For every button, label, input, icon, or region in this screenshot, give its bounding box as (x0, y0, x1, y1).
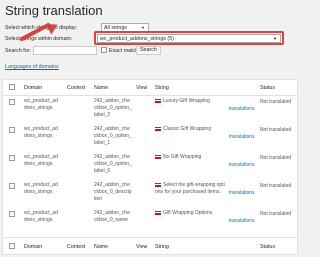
footer-column-view: View (136, 244, 148, 250)
flag-uk-icon (155, 126, 161, 131)
flag-uk-icon (155, 98, 161, 103)
flag-uk-icon (155, 154, 161, 159)
arrow-head-annotation (45, 19, 61, 35)
row-name: 242_addon_checkbox_0_description (94, 182, 132, 202)
row-translations-link[interactable]: translations (229, 218, 255, 224)
domain-filter-select[interactable]: wc_product_addons_strings (5) ▼ (97, 34, 281, 43)
column-header-domain: Domain (24, 85, 43, 91)
column-header-status: Status (260, 85, 276, 91)
row-domain: wc_product_addons_strings (24, 154, 58, 167)
row-translations-link[interactable]: translations (229, 134, 255, 140)
exact-match-label: Exact match (109, 48, 139, 54)
footer-column-domain: Domain (24, 244, 43, 250)
select-all-checkbox[interactable] (9, 84, 15, 90)
search-input[interactable] (33, 46, 97, 55)
strings-table: Domain Context Name View String Status w… (2, 79, 298, 255)
row-translations-link[interactable]: translations (229, 106, 255, 112)
row-translations-link[interactable]: translations (229, 162, 255, 168)
column-header-context: Context (67, 85, 86, 91)
row-checkbox[interactable] (9, 183, 15, 189)
languages-of-domains-link[interactable]: Languages of domains (5, 64, 59, 70)
footer-column-name: Name (94, 244, 109, 250)
row-status: Not translated (260, 155, 292, 161)
row-status: Not translated (260, 183, 292, 189)
row-string: No Gift Wrapping (155, 154, 225, 161)
row-name: 242_addon_checkbox_0_option_label_2 (94, 98, 132, 118)
row-status: Not translated (260, 127, 292, 133)
page-title: String translation (5, 3, 103, 18)
column-header-name: Name (94, 85, 109, 91)
exact-match-checkbox[interactable] (101, 47, 107, 53)
row-translations-link[interactable]: translations (229, 190, 255, 196)
row-checkbox[interactable] (9, 127, 15, 133)
domain-filter-value: wc_product_addons_strings (5) (100, 36, 174, 42)
row-domain: wc_product_addons_strings (24, 126, 58, 139)
select-all-checkbox-footer[interactable] (9, 243, 15, 249)
row-status: Not translated (260, 99, 292, 105)
flag-uk-icon (155, 210, 161, 215)
footer-column-context: Context (67, 244, 86, 250)
table-row: wc_product_addons_strings 242_addon_chec… (3, 152, 297, 180)
table-row: wc_product_addons_strings 242_addon_chec… (3, 96, 297, 124)
row-checkbox[interactable] (9, 211, 15, 217)
table-row: wc_product_addons_strings 242_addon_chec… (3, 208, 297, 236)
table-header: Domain Context Name View String Status (3, 80, 297, 96)
footer-column-string: String (155, 244, 169, 250)
domain-filter-label: Select strings within domain: (5, 36, 73, 42)
row-string: Gift Wrapping Options (155, 210, 225, 217)
table-footer: Domain Context Name View String Status (3, 237, 297, 255)
row-checkbox[interactable] (9, 155, 15, 161)
search-label: Search for: (5, 48, 31, 54)
row-name: 242_addon_checkbox_0_name (94, 210, 130, 223)
row-domain: wc_product_addons_strings (24, 210, 58, 223)
chevron-down-icon: ▼ (273, 36, 277, 41)
footer-column-status: Status (260, 244, 276, 250)
row-name: 242_addon_checkbox_0_option_label_0 (94, 154, 132, 174)
row-name: 242_addon_checkbox_0_option_label_1 (94, 126, 132, 146)
row-string: Luxury Gift Wrapping (155, 98, 225, 105)
row-domain: wc_product_addons_strings (24, 98, 58, 111)
row-string: Select the gift-wrapping options for you… (155, 182, 225, 195)
column-header-view: View (136, 85, 148, 91)
column-header-string: String (155, 85, 169, 91)
row-domain: wc_product_addons_strings (24, 182, 58, 195)
table-row: wc_product_addons_strings 242_addon_chec… (3, 124, 297, 152)
row-string: Classic Gift Wrapping (155, 126, 225, 133)
search-button[interactable]: Search (136, 46, 161, 55)
flag-uk-icon (155, 182, 161, 187)
row-checkbox[interactable] (9, 99, 15, 105)
row-status: Not translated (260, 211, 292, 217)
table-row: wc_product_addons_strings 242_addon_chec… (3, 180, 297, 208)
